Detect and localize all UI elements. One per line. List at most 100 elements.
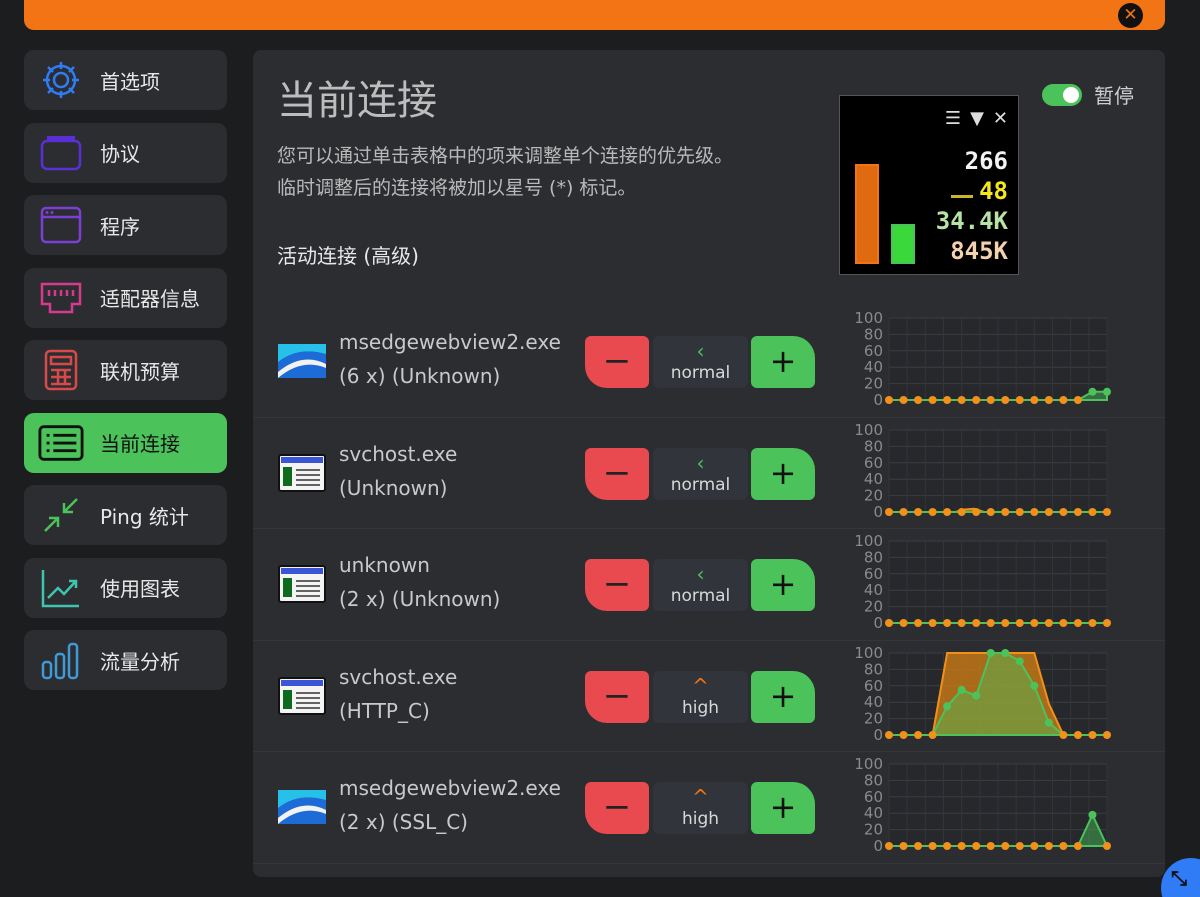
section-title: 活动连接 (高级) <box>277 244 419 268</box>
y-tick-label: 40 <box>864 470 883 488</box>
data-point <box>914 396 923 404</box>
connection-row[interactable]: svchost.exe (Unknown) − ‹ normal +100 80 60 40 20… <box>253 418 1165 529</box>
decrease-priority-button[interactable]: − <box>585 336 649 388</box>
traffic-chart: 100806040200 <box>854 647 1111 744</box>
priority-indicator[interactable]: ‹ normal <box>653 559 748 611</box>
data-point <box>1059 396 1068 404</box>
data-point <box>928 730 937 739</box>
expand-arrows-icon: ⤡ <box>1171 866 1187 890</box>
data-point <box>957 842 966 850</box>
connection-row[interactable]: msedgewebview2.exe (6 x) (Unknown) − ‹ norma… <box>253 306 1165 418</box>
data-point <box>914 619 923 627</box>
data-point <box>986 842 995 850</box>
increase-priority-button[interactable]: + <box>751 447 815 500</box>
sidebar-item-0[interactable]: 首选项 <box>24 50 227 110</box>
data-point <box>957 507 966 516</box>
data-point <box>972 507 981 516</box>
increase-priority-button[interactable]: + <box>751 782 815 834</box>
decrease-priority-button[interactable]: − <box>585 447 649 500</box>
y-tick-label: 60 <box>864 788 883 806</box>
sidebar-item-2[interactable]: 程序 <box>24 195 227 255</box>
connection-row[interactable]: msedgewebview2.exe (2 x) (SSL_C) − ^ high +10… <box>253 752 1165 864</box>
window-app-icon <box>278 565 326 603</box>
decrease-priority-button[interactable]: − <box>585 782 649 834</box>
page-title: 当前连接 <box>277 78 437 124</box>
close-icon[interactable]: ✕ <box>993 108 1008 129</box>
priority-indicator[interactable]: ‹ normal <box>653 447 748 500</box>
data-point <box>1030 681 1039 690</box>
dropdown-triangle-icon[interactable]: ▼ <box>970 108 984 129</box>
process-name: svchost.exe <box>339 664 458 689</box>
data-point <box>1073 396 1082 404</box>
data-point <box>914 507 923 516</box>
y-tick-label: 60 <box>864 453 883 471</box>
meter-bar-green <box>891 224 915 264</box>
data-point <box>1103 387 1111 396</box>
data-point <box>1044 842 1053 850</box>
data-point <box>1088 730 1097 739</box>
traffic-chart: 100806040200 <box>854 312 1111 409</box>
process-detail: (2 x) (SSL_C) <box>339 810 468 834</box>
process-detail: (2 x) (Unknown) <box>339 587 501 611</box>
y-tick-label: 20 <box>864 598 883 616</box>
data-point <box>1015 507 1024 516</box>
sidebar-item-4[interactable]: 联机预算 <box>24 340 227 400</box>
data-point <box>972 691 981 700</box>
traffic-chart: 100806040200 <box>854 535 1111 632</box>
increase-priority-button[interactable]: + <box>751 670 815 723</box>
y-tick-label: 40 <box>864 804 883 822</box>
close-button[interactable]: ✕ <box>1118 3 1143 28</box>
decrease-priority-button[interactable]: − <box>585 559 649 611</box>
sidebar-item-3[interactable]: 适配器信息 <box>24 267 227 328</box>
process-name: unknown <box>339 553 430 577</box>
data-point <box>1001 619 1010 627</box>
description-line-2: 临时调整后的连接将被加以星号 (*) 标记。 <box>277 177 637 199</box>
increase-priority-button[interactable]: + <box>751 336 815 388</box>
sidebar-item-8[interactable]: 流量分析 <box>24 630 227 690</box>
data-point <box>1015 656 1024 665</box>
y-tick-label: 80 <box>864 325 883 343</box>
data-point <box>899 730 908 739</box>
pause-toggle[interactable] <box>1042 83 1082 106</box>
protocol-icon <box>38 130 84 176</box>
expand-button[interactable]: ⤡ <box>1161 858 1200 897</box>
data-point <box>1030 507 1039 516</box>
title-bar: ✕ <box>24 0 1165 30</box>
y-tick-label: 60 <box>864 565 883 583</box>
decrease-priority-button[interactable]: − <box>585 670 649 723</box>
increase-priority-button[interactable]: + <box>751 559 815 611</box>
data-point <box>928 507 937 516</box>
description: 您可以通过单击表格中的项来调整单个连接的优先级。 临时调整后的连接将被加以星号 … <box>277 140 733 204</box>
data-point <box>1015 842 1024 850</box>
pause-label: 暂停 <box>1094 84 1134 108</box>
sidebar-item-label: 首选项 <box>100 69 160 94</box>
connection-row[interactable]: svchost.exe (HTTP_C) − ^ high +100 80 60 40 20 0 <box>253 641 1165 752</box>
sidebar-item-6[interactable]: Ping 统计 <box>24 485 227 545</box>
edge-webview-icon <box>278 342 326 380</box>
sidebar-item-7[interactable]: 使用图表 <box>24 557 227 618</box>
priority-indicator[interactable]: ‹ normal <box>653 336 748 388</box>
meter-value-4: 845K <box>950 237 1008 265</box>
data-point <box>972 842 981 850</box>
menu-icon[interactable]: ☰ <box>945 108 961 129</box>
data-point <box>928 396 937 404</box>
data-point <box>1044 619 1053 627</box>
priority-indicator[interactable]: ^ high <box>653 782 748 834</box>
data-point <box>986 396 995 404</box>
calculator-icon <box>38 347 84 393</box>
connection-row[interactable]: unknown (2 x) (Unknown) − ‹ normal +100 80 60 40… <box>253 529 1165 641</box>
priority-indicator[interactable]: ^ high <box>653 670 748 723</box>
data-point <box>943 842 952 850</box>
sidebar-item-5[interactable]: 当前连接 <box>24 412 227 473</box>
y-tick-label: 20 <box>864 375 883 393</box>
sidebar-item-1[interactable]: 协议 <box>24 122 227 183</box>
data-point <box>986 507 995 516</box>
data-point <box>1103 507 1111 516</box>
data-point <box>899 619 908 627</box>
y-tick-label: 20 <box>864 486 883 504</box>
y-tick-label: 80 <box>864 548 883 566</box>
sidebar-item-label: 程序 <box>100 214 140 239</box>
y-tick-label: 0 <box>873 614 883 632</box>
priority-label: normal <box>670 474 731 495</box>
pause-control[interactable]: 暂停 <box>1042 80 1134 109</box>
